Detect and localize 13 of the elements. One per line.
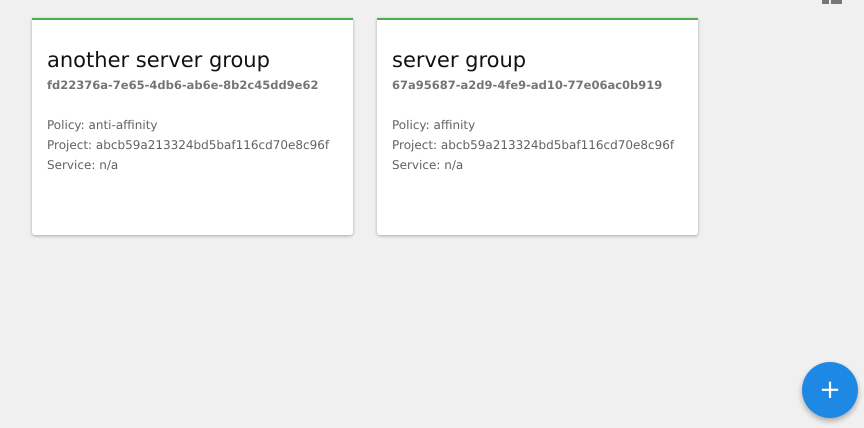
detail-text: Policy: anti-affinity	[47, 117, 158, 134]
detail-text: Project: abcb59a213324bd5baf116cd70e8c96f	[392, 137, 674, 154]
server-group-card[interactable]: another server group fd22376a-7e65-4db6-ab6e-8b2c45dd9e62 Policy: anti-affinity Project: abcb59a213324bd5baf116cd70e8c96f Service: n/a	[32, 18, 353, 235]
add-button[interactable]: +	[802, 362, 858, 418]
detail-text: Service: n/a	[47, 157, 118, 174]
detail-text: Policy: affinity	[392, 117, 476, 134]
card-title: another server group	[47, 47, 271, 74]
detail-text: Project: abcb59a213324bd5baf116cd70e8c96f	[47, 137, 330, 154]
detail-text: Service: n/a	[392, 157, 464, 174]
group-id: 67a95687-a2d9-4fe9-ad10-77e06ac0b919	[392, 78, 662, 92]
server-group-card[interactable]: server group 67a95687-a2d9-4fe9-ad10-77e06ac0b919 Policy: affinity Project: abcb59a213324bd5baf116cd70e8c96f Service: n/a	[377, 18, 698, 235]
card-title: server group	[392, 47, 528, 74]
group-id: fd22376a-7e65-4db6-ab6e-8b2c45dd9e62	[47, 78, 318, 92]
